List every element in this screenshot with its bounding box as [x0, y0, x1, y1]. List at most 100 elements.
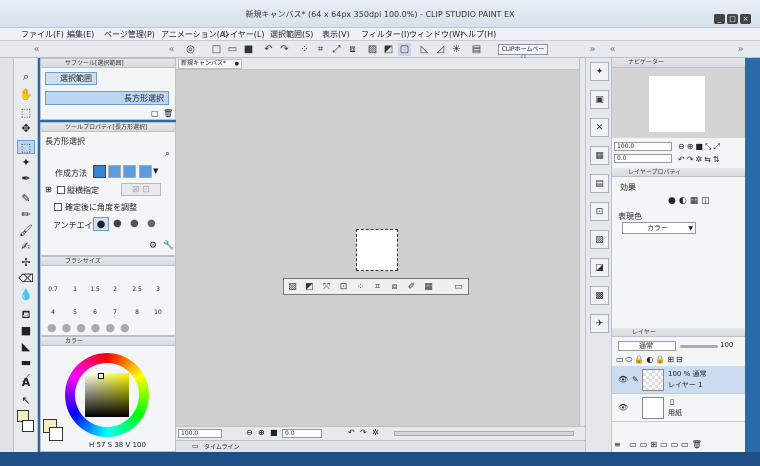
collapse-left-2-icon[interactable]: « [165, 43, 178, 56]
brush-size-2[interactable]: 2 [109, 286, 121, 293]
brush-size-4[interactable]: 4 [47, 309, 59, 316]
subtool-group-tab[interactable]: 選択範囲 [45, 72, 97, 85]
sv-cursor[interactable] [98, 373, 104, 379]
opacity-slider[interactable] [680, 345, 718, 348]
maximize-button[interactable]: □ [727, 14, 738, 24]
launcher-fill-icon[interactable]: ✐ [405, 281, 418, 293]
minimize-button[interactable]: _ [714, 14, 725, 24]
zoom-value-field[interactable]: 100.0 [178, 429, 222, 438]
workspace-icon[interactable]: ▤ [470, 43, 483, 56]
material-panel-10-icon[interactable]: ✈ [590, 314, 609, 333]
tool-detail-search-icon[interactable]: ⌕ [165, 149, 170, 159]
brush-size-10[interactable]: 10 [152, 309, 164, 316]
launcher-pattern-icon[interactable]: ▦ [422, 281, 435, 293]
menu-window[interactable]: ウィンドウ(W) [409, 29, 463, 40]
move-tool-icon[interactable]: ✥ [17, 122, 35, 136]
display-color-dropdown-icon[interactable]: ▼ [688, 223, 693, 234]
material-panel-6-icon[interactable]: ⊡ [590, 202, 609, 221]
brush-size-1[interactable]: 1 [69, 286, 81, 293]
brush-size-7[interactable]: 7 [109, 309, 121, 316]
text-tool-glyph-icon[interactable]: A [17, 376, 35, 390]
correct-line-tool-icon[interactable]: ↖ [17, 394, 35, 408]
redo-icon[interactable]: ↷ [278, 43, 291, 56]
decoration-tool-icon[interactable]: ✢ [17, 256, 35, 270]
create-method-subtract-icon[interactable] [123, 165, 136, 178]
antialias-none-icon[interactable]: ● [93, 217, 109, 231]
saturation-value-square[interactable] [85, 373, 129, 417]
menu-file[interactable]: ファイル(F) [21, 29, 64, 40]
launcher-settings-icon[interactable]: ▭ [452, 281, 465, 293]
canvas-tab-close-icon[interactable]: ● [235, 60, 239, 68]
selection-tool-icon[interactable]: ⬚ [17, 140, 35, 154]
layer-row-layer1[interactable]: 👁 ✎ 100 % 通常 レイヤー 1 [612, 366, 745, 394]
transform-icon[interactable]: ⌗ [314, 43, 327, 56]
new-file-icon[interactable]: □ [210, 43, 223, 56]
rotate-right-icon[interactable]: ↷ [360, 428, 367, 437]
brush-size-large-dots-icon[interactable]: ●●●●●● [47, 321, 172, 333]
pencil-tool-icon[interactable]: ✏ [17, 208, 35, 222]
layer1-visibility-icon[interactable]: 👁 [618, 375, 628, 384]
expand-right-2-icon[interactable]: « [606, 43, 619, 56]
sub-color-swatch[interactable] [22, 420, 34, 432]
menu-edit[interactable]: 編集(E) [67, 29, 94, 40]
layer-row-paper[interactable]: 👁 ▯ 用紙 [612, 394, 745, 422]
canvas-tab[interactable]: 新規キャンバス* ● [178, 59, 242, 69]
close-button[interactable]: × [740, 14, 751, 24]
gradient-icon[interactable]: ◩ [382, 43, 395, 56]
zoom-tool-icon[interactable]: ⌕ [17, 70, 35, 84]
antialias-weak-icon[interactable]: ● [113, 218, 122, 229]
display-color-select[interactable]: カラー ▼ [622, 222, 696, 234]
clear-selection-icon[interactable]: ⁘ [298, 43, 311, 56]
antialias-medium-icon[interactable]: ● [130, 218, 139, 229]
subtool-item-rect-select[interactable]: 長方形選択 [45, 91, 169, 105]
brush-size-6[interactable]: 6 [89, 309, 101, 316]
clip-home-button[interactable]: CLIPホームページ [498, 44, 548, 62]
gradient-tool-icon[interactable]: ■ [17, 324, 35, 338]
rotate-after-checkbox[interactable] [54, 203, 62, 211]
tool-property-settings-icon[interactable]: ⚙ [149, 241, 157, 251]
aspect-expand-icon[interactable]: ⊞ [45, 185, 52, 194]
launcher-deselect-icon[interactable]: ▨ [286, 281, 299, 293]
zoom-in-icon[interactable]: ⊕ [258, 428, 265, 437]
material-panel-3-icon[interactable]: ✕ [590, 118, 609, 137]
paper-visibility-icon[interactable]: 👁 [618, 403, 628, 412]
blend-mode-select[interactable]: 通常 [618, 341, 676, 351]
launcher-invert-icon[interactable]: ◩ [303, 281, 316, 293]
navigator-angle-field[interactable]: 0.0 [614, 154, 672, 163]
brush-size-3[interactable]: 3 [152, 286, 164, 293]
brush-size-1.5[interactable]: 1.5 [89, 286, 101, 293]
subtool-delete-icon[interactable]: 🗑 [163, 109, 173, 118]
timeline-label[interactable]: タイムライン [204, 442, 240, 451]
snap-ruler-icon[interactable]: ◺ [418, 43, 431, 56]
open-file-icon[interactable]: ▭ [226, 43, 239, 56]
angle-value-field[interactable]: 0.0 [282, 429, 322, 438]
navigator-zoom-field[interactable]: 100.0 [614, 142, 672, 151]
material-panel-4-icon[interactable]: ▦ [590, 146, 609, 165]
launcher-transform-icon[interactable]: ⌗ [371, 281, 384, 293]
expand-right-icon[interactable]: » [586, 43, 599, 56]
create-method-intersect-icon[interactable] [139, 165, 152, 178]
antialias-strong-icon[interactable]: ● [147, 218, 156, 229]
menu-view[interactable]: 表示(V) [322, 29, 350, 40]
brush-size-8[interactable]: 8 [131, 309, 143, 316]
aspect-checkbox[interactable] [57, 186, 65, 194]
opacity-value[interactable]: 100 [720, 341, 733, 349]
mask-icon[interactable]: ▢ [398, 43, 411, 56]
launcher-shrink-icon[interactable]: ⊡ [337, 281, 350, 293]
eyedropper-tool-icon[interactable]: ✒ [17, 172, 35, 186]
navigator-zoom-buttons-icon[interactable]: ⊖⊕■⤡⤢ [678, 142, 722, 152]
document-canvas[interactable] [356, 229, 398, 271]
material-panel-1-icon[interactable]: ✦ [590, 62, 609, 81]
zoom-out-icon[interactable]: ⊖ [246, 428, 253, 437]
material-panel-8-icon[interactable]: ◪ [590, 258, 609, 277]
subtool-copy-icon[interactable]: ▢ [151, 109, 159, 118]
brush-size-0.7[interactable]: 0.7 [47, 286, 59, 293]
pen-tool-icon[interactable]: ✎ [17, 192, 35, 206]
scale-icon[interactable]: ⤢ [330, 43, 343, 56]
launcher-expand-icon[interactable]: ⤧ [320, 281, 333, 293]
navigator-rotate-buttons-icon[interactable]: ↶↷✲⇆⇅ [678, 155, 722, 164]
snap-special-icon[interactable]: ◿ [434, 43, 447, 56]
effect-buttons-icon[interactable]: ●◐▦◫ [668, 196, 713, 206]
expand-right-3-icon[interactable]: » [734, 43, 747, 56]
material-panel-9-icon[interactable]: ▩ [590, 286, 609, 305]
